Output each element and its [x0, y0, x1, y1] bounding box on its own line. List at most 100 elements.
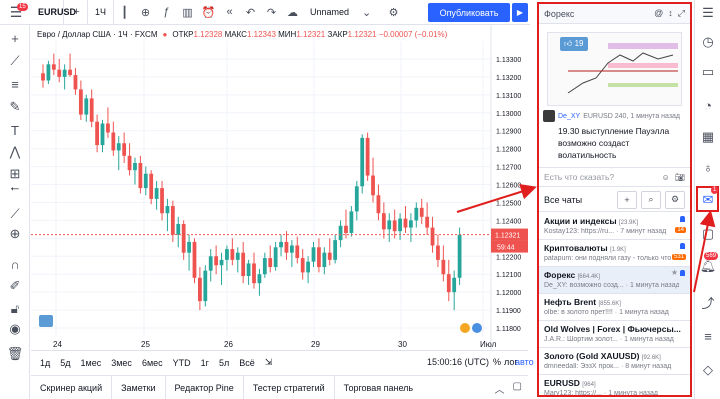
layout-chevron-icon[interactable]: ⌄	[356, 0, 377, 25]
legend-open: 1.12328	[193, 30, 223, 39]
subscribed-bell-icon[interactable]	[680, 243, 685, 249]
candle-body	[452, 277, 457, 293]
ideas-bulb-icon[interactable]: ♁	[698, 157, 718, 177]
tab-stock-screener[interactable]: Скринер акций	[31, 375, 113, 399]
tf-6m[interactable]: 6мес	[137, 358, 168, 368]
legend-close: 1.12321	[347, 30, 377, 39]
order-panel-icon[interactable]: ⤴	[698, 292, 718, 312]
pattern-icon[interactable]: ⋀	[5, 143, 25, 161]
tf-ytd[interactable]: YTD	[168, 358, 196, 368]
unlock-icon[interactable]: 🔓︎	[5, 300, 25, 318]
expand-icon[interactable]: ↕	[668, 8, 673, 19]
auto-toggle[interactable]: авто	[515, 357, 534, 367]
hotlist-icon[interactable]: ◔	[698, 95, 718, 115]
price-chart[interactable]: 1.13300 1.13200 1.13100 1.13000 1.12900 1.128…	[31, 25, 528, 350]
candles-icon[interactable]: ┃	[114, 0, 135, 25]
star-icon[interactable]: ★	[671, 268, 678, 277]
mention-icon[interactable]: @	[654, 8, 663, 19]
chat-input[interactable]: Есть что сказать? ☺ 📷︎	[539, 167, 690, 187]
undo-icon[interactable]: ↶	[240, 0, 261, 25]
tf-1y[interactable]: 1г	[196, 358, 214, 368]
tab-notes[interactable]: Заметки	[112, 375, 166, 399]
y-tick-label: 1.13000	[496, 111, 521, 118]
input-actions: ☺ 📷︎	[662, 173, 685, 182]
chevron-up-icon[interactable]: ︿	[495, 381, 505, 396]
symbol-search[interactable]: EURUSD	[0, 0, 76, 25]
maximize-icon[interactable]: ▢	[513, 381, 522, 396]
help-icon[interactable]: ◇	[698, 360, 718, 380]
chat-list-item[interactable]: Акции и индексы [23.9K] Kostay123: https:…	[539, 213, 690, 240]
thumb-up-icon: 👍︎	[564, 39, 573, 48]
trend-line-icon[interactable]: ⟋	[5, 52, 25, 70]
interval-button[interactable]: 1Ч	[87, 0, 115, 25]
candle-body	[446, 274, 451, 293]
tf-5y[interactable]: 5л	[214, 358, 234, 368]
camera-icon[interactable]: 📷︎	[675, 173, 685, 182]
chat-list-item[interactable]: Old Wolves | Forex | Фьючерсы... J.A.R.:…	[539, 321, 690, 348]
alert-icon[interactable]: ⏰	[198, 0, 219, 25]
chat-list-item[interactable]: Криптовалюты [1.9K] patapum: они подняли …	[539, 240, 690, 267]
crosshair-icon[interactable]: +	[5, 29, 25, 47]
avatar[interactable]	[543, 110, 555, 122]
tf-1d[interactable]: 1д	[35, 358, 55, 368]
chat-list-item[interactable]: Форекс [664.4K] De_XY: возможно созд... ·…	[539, 267, 690, 294]
likes-badge[interactable]: 👍︎ 19	[560, 37, 588, 51]
add-chat-icon[interactable]: +	[617, 190, 637, 209]
streams-icon[interactable]: ▢	[698, 224, 718, 244]
magnet-icon[interactable]: ∩	[5, 255, 25, 273]
eye-icon[interactable]: ◉	[5, 320, 25, 338]
tab-trading-panel[interactable]: Торговая панель	[335, 376, 422, 399]
data-window-icon[interactable]: ▭	[698, 62, 718, 82]
watchlist-icon[interactable]: ☰	[698, 3, 718, 23]
chat-list-item[interactable]: Нефть Brent [855.6K] olbe: в золото прет!…	[539, 294, 690, 321]
gear-icon[interactable]: ⚙	[665, 190, 685, 209]
popout-icon[interactable]: ⤢	[678, 8, 685, 19]
ruler-icon[interactable]: ⟋	[5, 205, 25, 223]
arrow-left-icon[interactable]: ←	[5, 177, 25, 195]
chat-list: Акции и индексы [23.9K] Kostay123: https:…	[539, 213, 690, 395]
chat-list-item[interactable]: Золото (Gold XAUUSD) [92.6K] dmneedall: Э…	[539, 348, 690, 375]
bottom-panel-tabs: Скринер акций Заметки Редактор Pine Тест…	[31, 375, 528, 399]
settings-gear-icon[interactable]: ⚙	[383, 0, 404, 25]
redo-icon[interactable]: ↷	[261, 0, 282, 25]
tf-3m[interactable]: 3мес	[106, 358, 137, 368]
zoom-icon[interactable]: ⊕	[5, 225, 25, 243]
cloud-icon[interactable]: ☁	[282, 0, 303, 25]
subscribed-bell-icon[interactable]	[680, 270, 685, 276]
alerts-clock-icon[interactable]: ◷	[698, 32, 718, 52]
calendar-icon[interactable]: ▦	[698, 127, 718, 147]
y-tick-label: 1.11900	[496, 308, 521, 315]
idea-preview[interactable]: 👍︎ 19	[547, 32, 682, 106]
fib-icon[interactable]: ≡	[5, 75, 25, 93]
x-tick-label: 30	[398, 340, 407, 349]
text-icon[interactable]: T	[5, 121, 25, 139]
thumb-band	[608, 83, 678, 87]
chart-canvas[interactable]: 1.13300 1.13200 1.13100 1.13000 1.12900 1.128…	[31, 25, 528, 350]
subscribed-bell-icon[interactable]	[680, 216, 685, 222]
play-icon[interactable]: ▶	[512, 3, 528, 22]
date-range-icon[interactable]: ⇲	[260, 357, 278, 368]
tf-1m[interactable]: 1мес	[76, 358, 107, 368]
tf-all[interactable]: Всё	[234, 358, 260, 368]
chat-list-item[interactable]: EURUSD [964] Mary123: https://... · 1 мин…	[539, 375, 690, 395]
dom-icon[interactable]: ≡	[698, 326, 718, 346]
message-author[interactable]: De_XY	[558, 113, 580, 120]
brush-icon[interactable]: ✎	[5, 98, 25, 116]
trash-icon[interactable]: 🗑︎	[5, 345, 25, 363]
publish-button[interactable]: Опубликовать	[428, 3, 510, 22]
tf-5d[interactable]: 5д	[55, 358, 75, 368]
tab-pine-editor[interactable]: Редактор Pine	[166, 375, 244, 399]
clock-timezone[interactable]: 15:00:16 (UTC)	[427, 357, 489, 367]
tab-strategy-tester[interactable]: Тестер стратегий	[244, 375, 335, 399]
replay-icon[interactable]: «	[219, 0, 240, 25]
templates-icon[interactable]: ▥	[177, 0, 198, 25]
emoji-icon[interactable]: ☺	[662, 173, 670, 182]
compare-icon[interactable]: ⊕	[135, 0, 156, 25]
lock-draw-icon[interactable]: ✐	[5, 277, 25, 295]
candle-body	[89, 98, 94, 122]
layout-name[interactable]: Unnamed	[303, 0, 356, 25]
indicators-icon[interactable]: ƒ	[156, 0, 177, 25]
search-icon[interactable]: ⌕	[641, 190, 661, 209]
percent-toggle[interactable]: %	[493, 357, 501, 367]
candle-body	[306, 261, 310, 273]
